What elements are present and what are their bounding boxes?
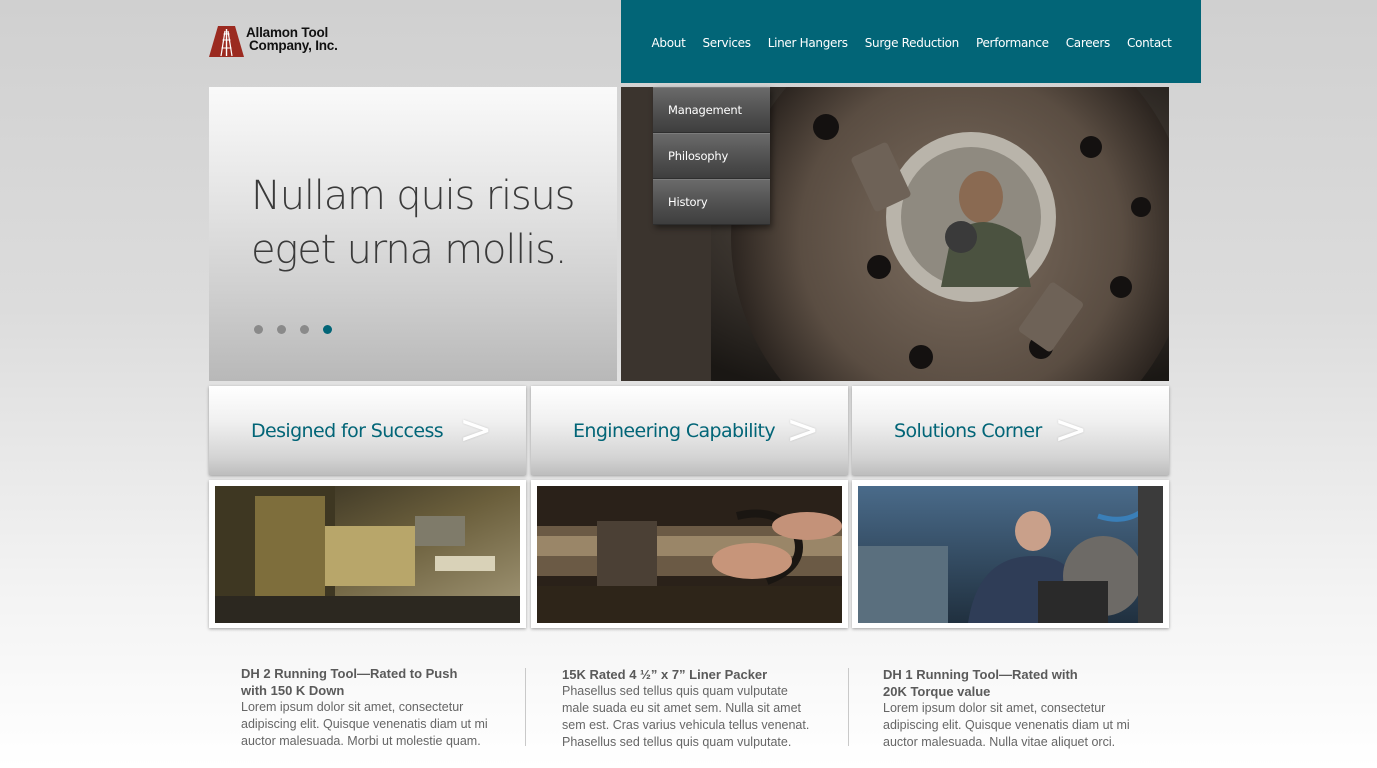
dropdown-item-management[interactable]: Management — [653, 87, 770, 133]
feature-tile-title: Engineering Capability — [573, 420, 776, 442]
article-body: Phasellus sed tellus quis quam vulputate… — [562, 684, 810, 749]
hero-headline: Nullam quis risus eget urna mollis. — [251, 169, 591, 277]
article-title-line1: DH 1 Running Tool—Rated with — [883, 667, 1078, 682]
nav-liner-hangers[interactable]: Liner Hangers — [759, 36, 856, 50]
chevron-right-icon: > — [459, 407, 493, 453]
column-divider — [848, 668, 849, 746]
article-dh1-running-tool: DH 1 Running Tool—Rated with 20K Torque … — [883, 666, 1153, 751]
chevron-right-icon: > — [786, 407, 820, 453]
article-title[interactable]: 15K Rated 4 ½” x 7” Liner Packer — [562, 666, 832, 683]
feature-photo-2 — [537, 486, 842, 623]
article-title[interactable]: DH 1 Running Tool—Rated with 20K Torque … — [883, 666, 1153, 700]
oil-derrick-logo-icon — [209, 26, 244, 57]
feature-photo-3 — [858, 486, 1163, 623]
feature-tile-designed-for-success[interactable]: Designed for Success > — [209, 386, 526, 475]
dropdown-item-philosophy[interactable]: Philosophy — [653, 133, 770, 179]
worker-operating-machine-photo-icon — [858, 486, 1163, 623]
article-title[interactable]: DH 2 Running Tool—Rated to Push with 150… — [241, 665, 511, 699]
nav-contact[interactable]: Contact — [1118, 36, 1180, 50]
company-name-line2: Company, Inc. — [249, 38, 338, 53]
hero-headline-line1: Nullam quis risus — [251, 173, 575, 219]
hands-measuring-pipe-photo-icon — [537, 486, 842, 623]
article-title-line1: DH 2 Running Tool—Rated to Push — [241, 666, 458, 681]
dropdown-item-history[interactable]: History — [653, 179, 770, 225]
feature-tile-engineering-capability[interactable]: Engineering Capability > — [531, 386, 848, 475]
company-logo[interactable]: Allamon Tool Company, Inc. — [209, 26, 359, 58]
nav-performance[interactable]: Performance — [967, 36, 1057, 50]
nav-about[interactable]: About — [643, 36, 694, 50]
article-liner-packer: 15K Rated 4 ½” x 7” Liner Packer Phasell… — [562, 666, 832, 751]
feature-photo-frame-2[interactable] — [531, 480, 848, 628]
company-name: Allamon Tool Company, Inc. — [246, 26, 338, 53]
hero-headline-line2: eget urna mollis. — [251, 227, 567, 273]
nav-surge-reduction[interactable]: Surge Reduction — [856, 36, 967, 50]
column-divider — [525, 668, 526, 746]
feature-photo-frame-1[interactable] — [209, 480, 526, 628]
article-title-line2: with 150 K Down — [241, 683, 345, 698]
feature-photo-1 — [215, 486, 520, 623]
feature-tile-title: Designed for Success — [251, 420, 444, 442]
article-dh2-running-tool: DH 2 Running Tool—Rated to Push with 150… — [241, 665, 511, 750]
slider-dot-4-active[interactable] — [323, 325, 332, 334]
feature-tile-title: Solutions Corner — [894, 420, 1042, 442]
article-body: Lorem ipsum dolor sit amet, consectetur … — [241, 700, 488, 748]
nav-careers[interactable]: Careers — [1057, 36, 1118, 50]
chevron-right-icon: > — [1054, 407, 1088, 453]
nav-services[interactable]: Services — [694, 36, 759, 50]
article-title-line1: 15K Rated 4 ½” x 7” Liner Packer — [562, 667, 768, 682]
article-title-line2: 20K Torque value — [883, 684, 991, 699]
feature-photo-frame-3[interactable] — [852, 480, 1169, 628]
article-body: Lorem ipsum dolor sit amet, consectetur … — [883, 701, 1130, 749]
slider-pagination — [254, 325, 332, 334]
slider-dot-3[interactable] — [300, 325, 309, 334]
main-nav: About Services Liner Hangers Surge Reduc… — [621, 0, 1201, 83]
lathe-closeup-photo-icon — [215, 486, 520, 623]
slider-dot-2[interactable] — [277, 325, 286, 334]
slider-dot-1[interactable] — [254, 325, 263, 334]
feature-tile-solutions-corner[interactable]: Solutions Corner > — [852, 386, 1169, 475]
about-dropdown-menu: Management Philosophy History — [653, 87, 770, 225]
hero-panel: Nullam quis risus eget urna mollis. — [209, 87, 617, 381]
